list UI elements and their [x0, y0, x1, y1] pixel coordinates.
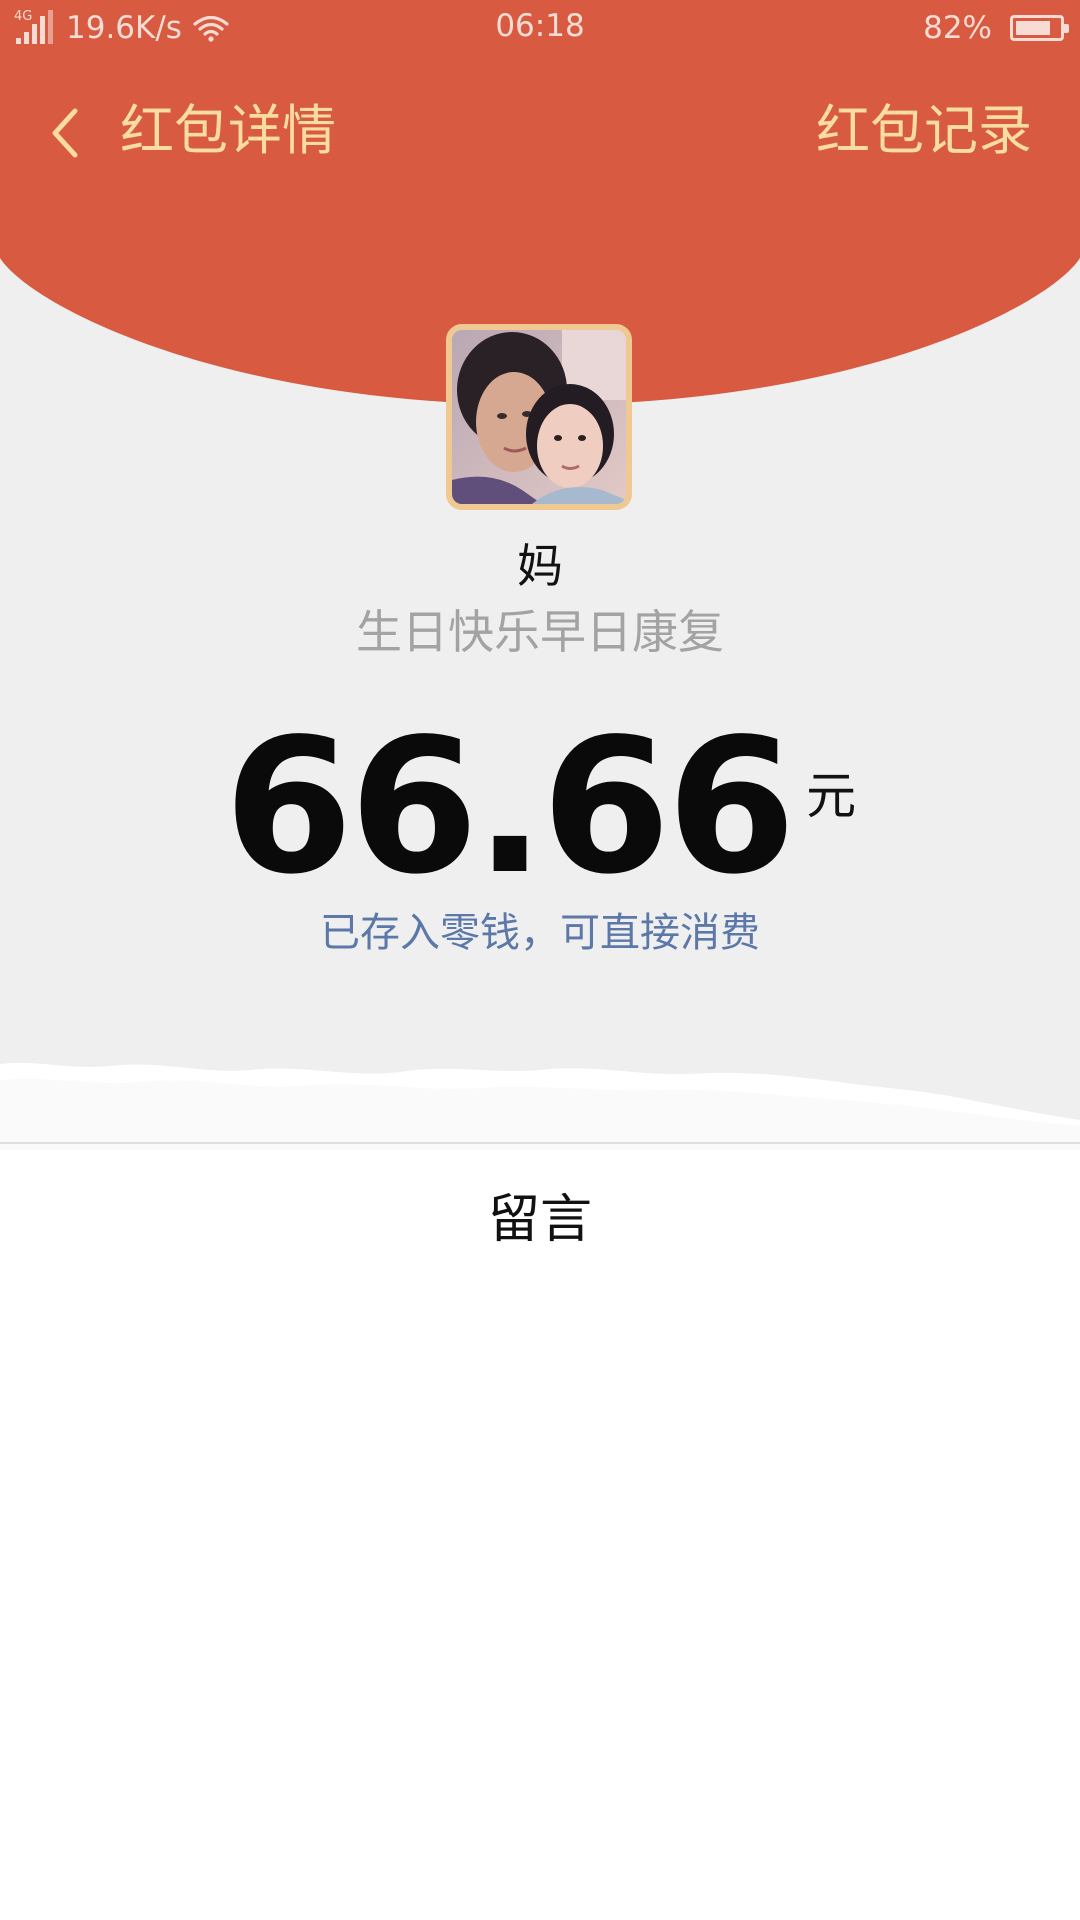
leave-message-button[interactable]: 留言 — [440, 1180, 640, 1260]
greeting-message: 生日快乐早日康复 — [356, 605, 724, 659]
nav-bar: 红包详情 红包记录 — [0, 80, 1080, 180]
sender-avatar[interactable] — [446, 324, 632, 510]
status-time: 06:18 — [495, 8, 585, 44]
chevron-left-icon — [52, 108, 78, 158]
amount-value: 66.66 — [223, 698, 796, 915]
battery-icon — [1010, 15, 1069, 41]
red-packet-detail-screen: 4G 19.6K/s 06:18 82% 红包详情 红包记录 妈 生日快乐早日康… — [0, 0, 1080, 1920]
page-title: 红包详情 — [120, 99, 336, 162]
divider — [0, 1142, 1080, 1144]
back-button[interactable] — [30, 98, 100, 168]
wallet-balance-link[interactable]: 已存入零钱，可直接消费 — [0, 900, 1080, 958]
torn-paper-edge — [0, 1040, 1080, 1150]
amount-row: 66.66 元 — [0, 698, 1080, 915]
sender-name: 妈 — [517, 539, 563, 593]
status-right: 82% — [923, 8, 1069, 48]
amount-unit: 元 — [806, 767, 857, 825]
status-bar: 4G 19.6K/s 06:18 82% — [0, 0, 1080, 58]
battery-fill — [1016, 21, 1050, 35]
battery-percent: 82% — [923, 10, 992, 46]
packet-record-link[interactable]: 红包记录 — [816, 96, 1032, 166]
